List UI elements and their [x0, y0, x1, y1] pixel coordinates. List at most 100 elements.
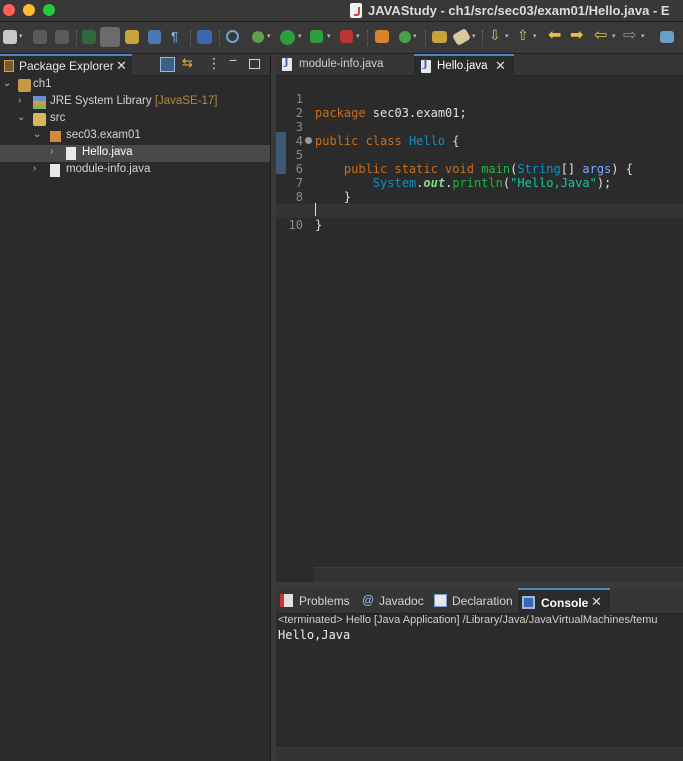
back-icon[interactable]: ⇦ [594, 25, 612, 44]
coverage-dropdown-arrow-icon[interactable]: ▾ [327, 32, 331, 40]
back-dropdown-arrow-icon[interactable]: ▾ [612, 32, 616, 40]
text-cursor [315, 203, 316, 216]
link-with-editor-icon[interactable]: ⇆ [182, 55, 197, 70]
next-annotation-dropdown-arrow-icon[interactable]: ▾ [505, 32, 509, 40]
minimize-window-button[interactable] [23, 4, 35, 16]
search-icon[interactable] [452, 28, 471, 46]
forward-edit-location-icon[interactable]: ➡ [570, 25, 588, 44]
tree-item-package-sec03-exam01[interactable]: ⌄ sec03.exam01 [0, 128, 271, 145]
tree-item-src-folder[interactable]: ⌄ src [0, 111, 271, 128]
tab-label: Declaration [452, 594, 513, 608]
coverage-icon[interactable] [310, 30, 323, 43]
tree-item-hello-java[interactable]: › Hello.java [0, 145, 271, 162]
last-edit-location-icon[interactable]: ⬅ [548, 25, 566, 44]
toggle-mark-occurrences-icon[interactable] [100, 27, 120, 47]
console-icon [522, 596, 535, 609]
title-bar: JAVAStudy - ch1/src/sec03/exam01/Hello.j… [0, 0, 683, 22]
new-class-dropdown-arrow-icon[interactable]: ▾ [413, 32, 417, 40]
chevron-right-icon[interactable]: › [50, 146, 53, 157]
show-whitespace-icon[interactable]: ¶ [171, 29, 189, 47]
package-icon [50, 131, 61, 142]
toggle-block-selection-icon[interactable] [125, 30, 139, 44]
tab-module-info-java[interactable]: module-info.java [276, 54, 411, 76]
debug-dropdown-arrow-icon[interactable]: ▾ [267, 32, 271, 40]
open-perspective-icon[interactable] [660, 31, 674, 43]
collapse-all-icon[interactable] [160, 57, 175, 72]
toolbar-separator [425, 30, 426, 46]
maximize-window-button[interactable] [43, 4, 55, 16]
new-java-class-icon[interactable] [399, 31, 411, 43]
tab-package-explorer[interactable]: Package Explorer ✕ [0, 54, 132, 76]
save-icon[interactable] [33, 30, 47, 44]
source-folder-icon [33, 113, 46, 126]
chevron-right-icon[interactable]: › [18, 95, 21, 106]
tab-label: module-info.java [299, 58, 384, 70]
library-icon [33, 96, 46, 109]
code-line: 2 [276, 92, 683, 120]
bottom-panel-tab-bar: Problems @ Javadoc Declaration Console ✕ [276, 588, 683, 614]
save-all-icon[interactable] [55, 30, 69, 44]
previous-annotation-dropdown-arrow-icon[interactable]: ▾ [533, 32, 537, 40]
close-icon[interactable]: ✕ [116, 58, 127, 74]
tree-item-label: JRE System Library [JavaSE-17] [50, 95, 218, 107]
run-icon[interactable] [280, 30, 295, 45]
run-dropdown-arrow-icon[interactable]: ▾ [298, 32, 302, 40]
code-editor[interactable]: 1 package sec03.exam01; 2 3 public class… [276, 76, 683, 582]
tab-label: Javadoc [379, 594, 424, 608]
close-window-button[interactable] [3, 4, 15, 16]
external-tools-dropdown-arrow-icon[interactable]: ▾ [356, 32, 360, 40]
code-line: 1 package sec03.exam01; [276, 78, 683, 120]
open-type-icon[interactable] [432, 31, 447, 43]
console-view[interactable]: <terminated> Hello [Java Application] /L… [276, 614, 683, 761]
tree-item-decoration: [JavaSE-17] [154, 95, 218, 107]
tab-javadoc[interactable]: @ Javadoc [358, 588, 428, 614]
minimize-view-icon[interactable]: − [229, 52, 244, 68]
tab-declaration[interactable]: Declaration [430, 588, 516, 614]
tree-item-label: src [50, 112, 66, 124]
override-indicator-icon[interactable] [305, 137, 312, 144]
tab-label: Hello.java [437, 60, 488, 72]
debug-icon[interactable] [252, 31, 264, 43]
tree-item-label: sec03.exam01 [66, 129, 141, 141]
new-icon[interactable] [3, 30, 17, 44]
skip-breakpoints-icon[interactable] [226, 30, 239, 43]
tree-item-label: Hello.java [82, 146, 133, 158]
java-project-icon [18, 79, 31, 92]
horizontal-scrollbar[interactable] [314, 567, 683, 582]
tree-item-module-info-java[interactable]: › module-info.java [0, 162, 271, 179]
chevron-down-icon[interactable]: ⌄ [33, 129, 41, 140]
tree-item-project-ch1[interactable]: ⌄ ch1 [0, 77, 271, 94]
chevron-right-icon[interactable]: › [33, 163, 36, 174]
console-process-status: <terminated> Hello [Java Application] /L… [278, 614, 658, 626]
search-dropdown-arrow-icon[interactable]: ▾ [472, 32, 476, 40]
new-java-project-icon[interactable] [375, 30, 389, 43]
package-explorer-icon [4, 60, 14, 72]
horizontal-scrollbar[interactable] [276, 747, 683, 761]
window-title: JAVAStudy - ch1/src/sec03/exam01/Hello.j… [368, 3, 670, 18]
external-tools-icon[interactable] [340, 30, 353, 43]
code-line-current: 10 [276, 204, 683, 232]
close-icon[interactable]: ✕ [591, 594, 602, 610]
package-explorer-header: Package Explorer ✕ ⇆ ⋮ − [0, 52, 271, 76]
toggle-breadcrumb-icon[interactable] [148, 30, 161, 44]
code-coverage-icon[interactable] [82, 30, 96, 44]
chevron-down-icon[interactable]: ⌄ [3, 78, 11, 89]
package-explorer-title: Package Explorer [19, 59, 114, 73]
problems-icon [280, 594, 293, 607]
tab-console[interactable]: Console ✕ [518, 588, 610, 614]
close-icon[interactable]: ✕ [495, 58, 506, 74]
tab-label: Problems [299, 594, 350, 608]
tab-problems[interactable]: Problems [276, 588, 356, 614]
view-menu-icon[interactable]: ⋮ [207, 55, 222, 71]
maximize-view-icon[interactable] [249, 59, 260, 69]
chevron-down-icon[interactable]: ⌄ [17, 112, 25, 123]
console-view-icon[interactable] [197, 30, 212, 44]
tree-item-jre-system-library[interactable]: › JRE System Library [JavaSE-17] [0, 94, 271, 111]
toolbar-separator [367, 30, 368, 46]
forward-dropdown-arrow-icon[interactable]: ▾ [641, 32, 645, 40]
line-number: 10 [288, 218, 303, 232]
forward-icon[interactable]: ⇨ [623, 25, 641, 44]
code-line: 3 public class Hello { [276, 106, 683, 148]
new-dropdown-arrow-icon[interactable]: ▾ [19, 32, 23, 40]
tab-hello-java[interactable]: Hello.java ✕ [414, 54, 514, 76]
